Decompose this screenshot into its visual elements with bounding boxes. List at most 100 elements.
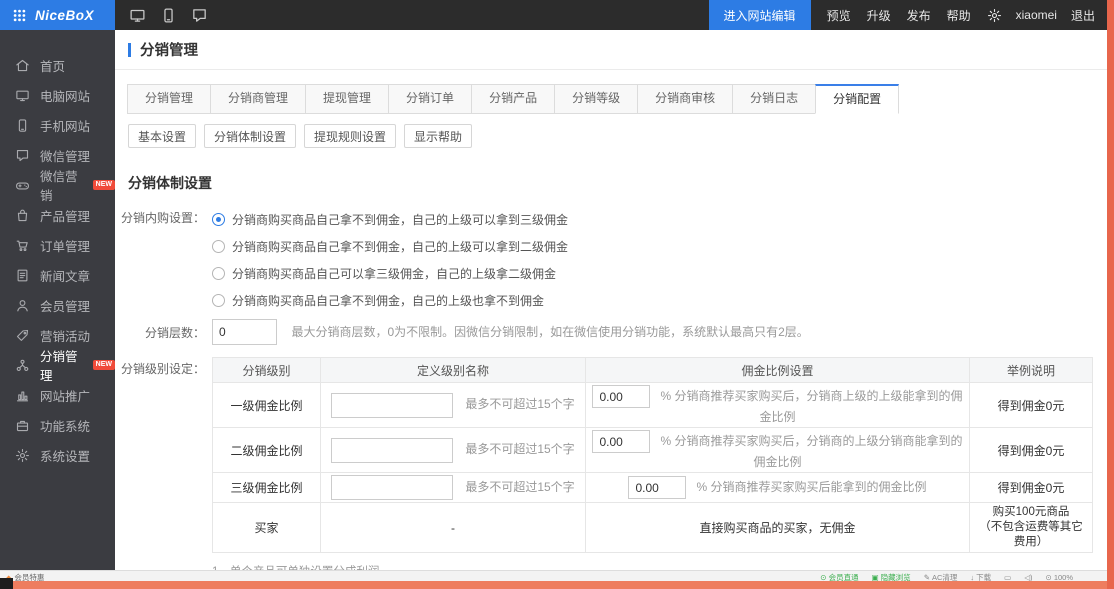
- user-icon: [15, 298, 30, 313]
- page-header: 分销管理: [115, 30, 1107, 70]
- grade-table: 分销级别 定义级别名称 佣金比例设置 举例说明 一级佣金比例 最多不可超过15个…: [212, 357, 1093, 553]
- taskbar-item-clean[interactable]: ✎AC清理: [924, 572, 958, 581]
- app-window: NiceBoX 进入网站编辑 预览 升级 发布 帮助 xiaomei 退出 首页…: [0, 0, 1114, 589]
- apps-grid-icon[interactable]: [12, 8, 27, 23]
- tab-distribution-products[interactable]: 分销产品: [471, 84, 555, 114]
- tab-distribution-config[interactable]: 分销配置: [815, 84, 899, 114]
- sidebar-item-label: 电脑网站: [40, 86, 90, 105]
- distribution-layers-row: 分销层数： 最大分销商层数，0为不限制。因微信分销限制，如在微信使用分销功能，系…: [115, 319, 1107, 345]
- phone-icon: [15, 118, 30, 133]
- preview-link[interactable]: 预览: [827, 7, 851, 24]
- tab-distributor-review[interactable]: 分销商审核: [637, 84, 733, 114]
- new-badge: NEW: [93, 180, 115, 190]
- level2-name-input[interactable]: [331, 438, 453, 463]
- ratio-description: % 分销商推荐买家购买后，分销商上级的上级能拿到的佣金比例: [660, 389, 962, 424]
- settings-gear-icon[interactable]: [987, 8, 1002, 23]
- buyer-example-line1: 购买100元商品: [974, 505, 1088, 520]
- publish-link[interactable]: 发布: [907, 7, 931, 24]
- radio-icon[interactable]: [212, 240, 225, 253]
- tab-distribution-logs[interactable]: 分销日志: [732, 84, 816, 114]
- sidebar-item-orders[interactable]: 订单管理: [0, 230, 115, 260]
- level1-ratio-input[interactable]: [592, 385, 650, 408]
- tab-withdraw-mgmt[interactable]: 提现管理: [305, 84, 389, 114]
- sidebar-item-label: 分销管理: [40, 346, 88, 384]
- sidebar-item-products[interactable]: 产品管理: [0, 200, 115, 230]
- speaker-icon: ◁): [1024, 573, 1032, 581]
- sidebar-item-news[interactable]: 新闻文章: [0, 260, 115, 290]
- tab-distribution-levels[interactable]: 分销等级: [554, 84, 638, 114]
- sidebar-item-label: 产品管理: [40, 206, 90, 225]
- sidebar-item-label: 微信管理: [40, 146, 90, 165]
- tab-distributor-mgmt[interactable]: 分销商管理: [210, 84, 306, 114]
- purchase-setting-label: 分销内购设置：: [115, 206, 205, 226]
- layers-label: 分销层数：: [115, 324, 205, 341]
- sidebar-item-home[interactable]: 首页: [0, 50, 115, 80]
- wechat-icon[interactable]: [191, 7, 208, 24]
- taskbar-item-zoom[interactable]: ⊙100%: [1046, 573, 1073, 581]
- briefcase-icon: [15, 418, 30, 433]
- sidebar-item-functions[interactable]: 功能系统: [0, 410, 115, 440]
- sidebar-item-distribution[interactable]: 分销管理NEW: [0, 350, 115, 380]
- radio-option-1[interactable]: 分销商购买商品自己拿不到佣金，自己的上级可以拿到三级佣金: [212, 206, 568, 233]
- buyer-name-cell: -: [321, 503, 586, 553]
- tab-distribution-mgmt[interactable]: 分销管理: [127, 84, 211, 114]
- radio-option-2[interactable]: 分销商购买商品自己拿不到佣金，自己的上级可以拿到二级佣金: [212, 233, 568, 260]
- radio-option-label: 分销商购买商品自己可以拿三级佣金，自己的上级拿二级佣金: [232, 265, 556, 282]
- example-cell: 得到佣金0元: [970, 473, 1093, 503]
- mobile-site-icon[interactable]: [160, 7, 177, 24]
- table-row-level1: 一级佣金比例 最多不可超过15个字 % 分销商推荐买家购买后，分销商上级的上级能…: [213, 383, 1093, 428]
- buyer-example-line2: （不包含运费等其它费用）: [974, 520, 1088, 550]
- grade-setting-row: 分销级别设定： 分销级别 定义级别名称 佣金比例设置 举例说明 一级佣金比例 最…: [115, 357, 1107, 553]
- radio-selected-icon[interactable]: [212, 213, 225, 226]
- right-orange-strip: [1107, 0, 1114, 589]
- taskbar-strip: ◆会员特惠 ⊙会员直通 ▣隐藏浏览 ✎AC清理 ↓下载 ▭ ◁) ⊙100%: [0, 570, 1107, 581]
- window-icon: ▭: [1004, 573, 1011, 581]
- taskbar-item-browse[interactable]: ▣隐藏浏览: [872, 572, 911, 581]
- taskbar-left-label: 会员特惠: [14, 572, 44, 581]
- taskbar-item-window[interactable]: ▭: [1004, 573, 1011, 581]
- page-title: 分销管理: [140, 39, 198, 60]
- layers-input[interactable]: [212, 319, 277, 345]
- logout-link[interactable]: 退出: [1071, 7, 1095, 24]
- sidebar-item-mobile-site[interactable]: 手机网站: [0, 110, 115, 140]
- upgrade-link[interactable]: 升级: [867, 7, 891, 24]
- bag-icon: [15, 208, 30, 223]
- taskbar-item-member[interactable]: ⊙会员直通: [820, 572, 858, 581]
- level3-name-input[interactable]: [331, 475, 453, 500]
- col-header-level: 分销级别: [213, 358, 321, 383]
- level1-name-input[interactable]: [331, 393, 453, 418]
- radio-option-3[interactable]: 分销商购买商品自己可以拿三级佣金，自己的上级拿二级佣金: [212, 260, 568, 287]
- sidebar-item-label: 营销活动: [40, 326, 90, 345]
- level2-ratio-input[interactable]: [592, 430, 650, 453]
- sidebar-item-members[interactable]: 会员管理: [0, 290, 115, 320]
- sidebar-item-pc-site[interactable]: 电脑网站: [0, 80, 115, 110]
- tab-distribution-orders[interactable]: 分销订单: [388, 84, 472, 114]
- sidebar-item-label: 微信营销: [40, 166, 88, 204]
- sidebar-item-promotion[interactable]: 网站推广: [0, 380, 115, 410]
- sidebar-item-label: 网站推广: [40, 386, 90, 405]
- sidebar-item-settings[interactable]: 系统设置: [0, 440, 115, 470]
- topbar-right: 进入网站编辑 预览 升级 发布 帮助 xiaomei 退出: [709, 0, 1107, 30]
- username[interactable]: xiaomei: [1016, 8, 1057, 22]
- taskbar-item-speaker[interactable]: ◁): [1024, 573, 1032, 581]
- desktop-site-icon[interactable]: [129, 7, 146, 24]
- show-help-button[interactable]: 显示帮助: [404, 124, 472, 148]
- gamepad-icon: [15, 178, 30, 193]
- radio-option-4[interactable]: 分销商购买商品自己拿不到佣金，自己的上级也拿不到佣金: [212, 287, 568, 314]
- basic-settings-button[interactable]: 基本设置: [128, 124, 196, 148]
- logo-area[interactable]: NiceBoX: [0, 0, 115, 30]
- radio-icon[interactable]: [212, 267, 225, 280]
- level3-ratio-input[interactable]: [628, 476, 686, 499]
- sidebar-item-wechat-marketing[interactable]: 微信营销NEW: [0, 170, 115, 200]
- system-settings-button[interactable]: 分销体制设置: [204, 124, 296, 148]
- layers-hint: 最大分销商层数，0为不限制。因微信分销限制，如在微信使用分销功能，系统默认最高只…: [291, 325, 808, 339]
- logo: NiceBoX: [35, 8, 94, 23]
- taskbar-item-download[interactable]: ↓下载: [970, 572, 991, 581]
- help-link[interactable]: 帮助: [947, 7, 971, 24]
- buyer-description: 直接购买商品的买家，无佣金: [586, 503, 970, 553]
- radio-icon[interactable]: [212, 294, 225, 307]
- sidebar-item-label: 手机网站: [40, 116, 90, 135]
- col-header-example: 举例说明: [970, 358, 1093, 383]
- enter-site-editor-button[interactable]: 进入网站编辑: [709, 0, 811, 30]
- withdraw-rules-button[interactable]: 提现规则设置: [304, 124, 396, 148]
